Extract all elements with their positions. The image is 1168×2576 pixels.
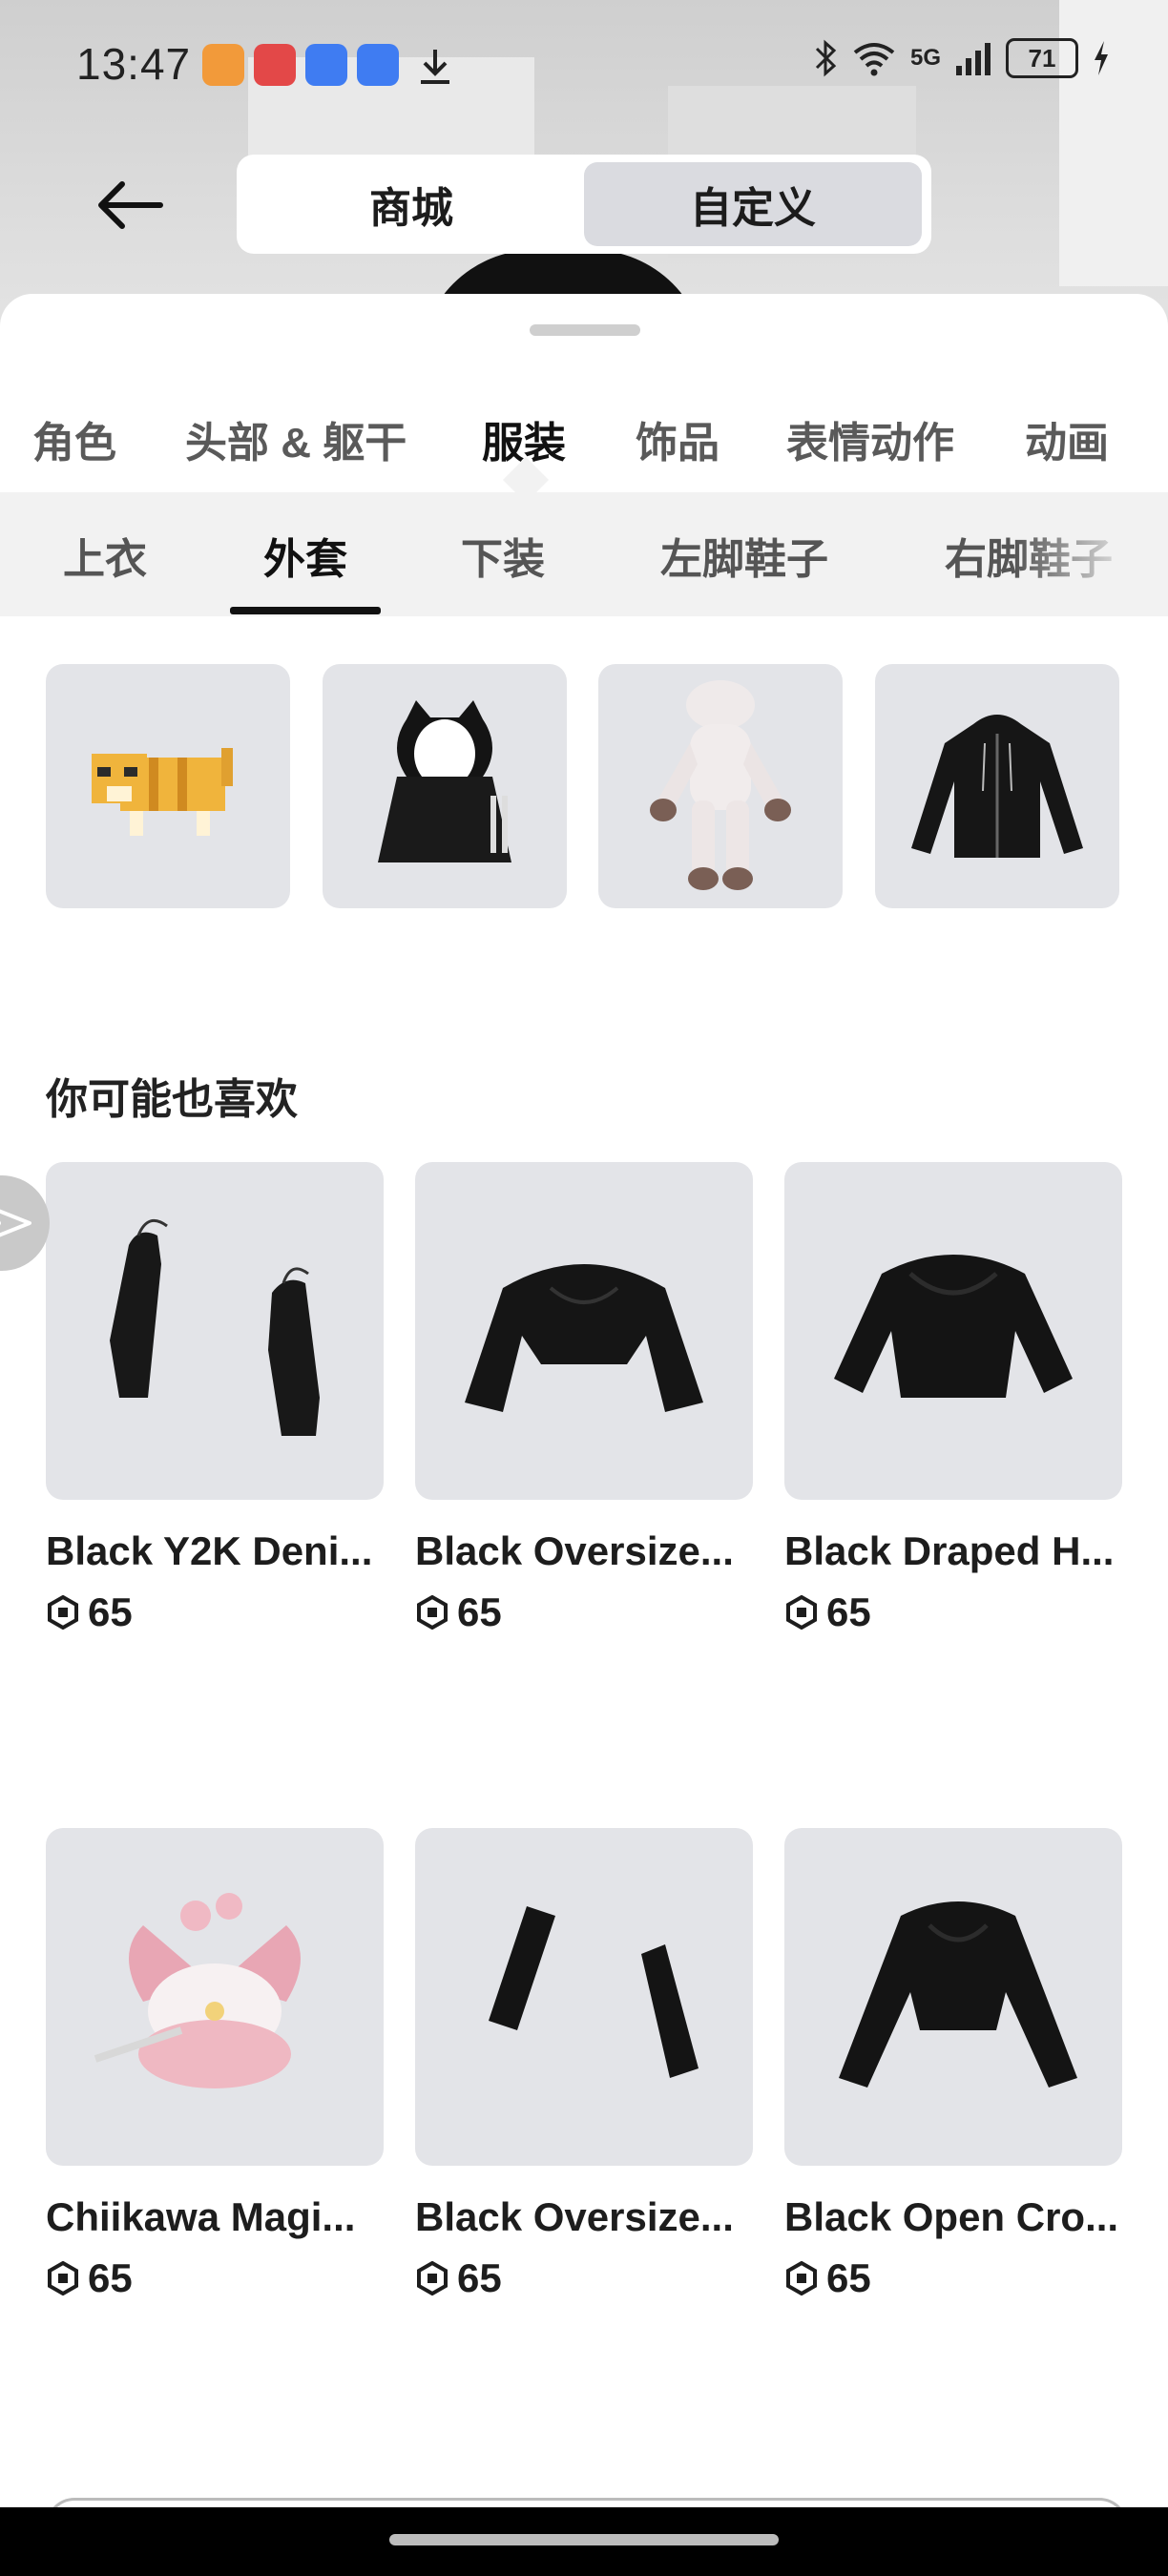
robux-icon [48, 2261, 78, 2296]
recommendations-title: 你可能也喜欢 [46, 1076, 298, 1123]
price-value: 65 [457, 1589, 502, 1634]
category-tabs: 角色 头部 & 躯干 服装 饰品 表情动作 动画 [0, 389, 1168, 485]
notification-honor-icon [305, 44, 347, 86]
store-customize-toggle: 商城 自定义 [237, 155, 931, 254]
robux-icon [417, 2261, 448, 2296]
category-tab-character[interactable]: 角色 [32, 408, 116, 469]
product-card[interactable]: Chiikawa Magi... 65 [46, 1828, 384, 2301]
owned-item-tile[interactable] [46, 664, 290, 908]
download-icon [421, 50, 449, 84]
product-card[interactable]: Black Oversize... 65 [415, 1828, 753, 2301]
product-image [784, 1828, 1122, 2166]
black-zip-hoodie-icon [911, 715, 1083, 858]
notification-app-icon [202, 44, 244, 86]
back-arrow-icon[interactable] [92, 172, 168, 239]
home-gesture-bar[interactable] [389, 2534, 779, 2545]
plush-suit-icon [650, 680, 791, 890]
subcategory-tab-jackets[interactable]: 外套 [263, 525, 347, 586]
drag-handle[interactable] [530, 324, 640, 336]
owned-item-tile[interactable] [323, 664, 567, 908]
product-price: 65 [46, 1589, 384, 1635]
status-bar: 13:47 5G 71 [0, 0, 1168, 134]
subcategory-tab-bottoms[interactable]: 下装 [461, 525, 545, 586]
product-name: Black Oversize... [415, 1528, 734, 1573]
black-oversized-sleeves-icon [489, 1906, 699, 2078]
product-price: 65 [46, 2255, 384, 2301]
black-denim-sleeves-icon [110, 1218, 320, 1436]
subcategory-tabs: 上衣 外套 下装 左脚鞋子 右脚鞋子 [0, 492, 1168, 616]
product-card[interactable]: Black Draped H... 65 [784, 1162, 1122, 1635]
product-image [46, 1828, 384, 2166]
robux-icon [48, 1595, 78, 1630]
product-name: Black Open Cro... [784, 2194, 1119, 2239]
customize-sheet: 角色 头部 & 躯干 服装 饰品 表情动作 动画 上衣 外套 下装 左脚鞋子 右… [0, 294, 1168, 2507]
category-tab-animations[interactable]: 动画 [1025, 408, 1109, 469]
black-draped-hoodie-icon [834, 1255, 1073, 1398]
product-card[interactable]: Black Oversize... 65 [415, 1162, 753, 1635]
notification-618-icon [254, 44, 296, 86]
system-nav-bar [0, 2507, 1168, 2576]
chiikawa-magical-icon [94, 1893, 301, 2088]
bluetooth-icon [815, 39, 837, 77]
subcategory-tab-tops[interactable]: 上衣 [63, 525, 147, 586]
category-tab-emotes[interactable]: 表情动作 [786, 408, 954, 469]
product-price: 65 [784, 2255, 1122, 2301]
owned-item-tile[interactable] [875, 664, 1119, 908]
product-image [784, 1162, 1122, 1500]
black-open-crop-jacket-icon [839, 1901, 1077, 2088]
category-tab-head-body[interactable]: 头部 & 躯干 [185, 408, 407, 469]
battery-indicator: 71 [1006, 38, 1078, 78]
next-section-card [46, 2498, 1128, 2507]
active-subcategory-underline [230, 607, 381, 614]
product-image [415, 1162, 753, 1500]
product-card[interactable]: Black Y2K Deni... 65 [46, 1162, 384, 1635]
price-value: 65 [826, 2255, 871, 2300]
robux-icon [786, 1595, 817, 1630]
owned-item-tile[interactable] [598, 664, 843, 908]
category-tab-accessories[interactable]: 饰品 [636, 408, 720, 469]
product-image [46, 1162, 384, 1500]
black-oversized-jacket-icon [465, 1264, 703, 1412]
price-value: 65 [88, 1589, 133, 1634]
product-name: Black Y2K Deni... [46, 1528, 373, 1573]
network-type-label: 5G [909, 45, 941, 71]
price-value: 65 [88, 2255, 133, 2300]
price-value: 65 [457, 2255, 502, 2300]
price-value: 65 [826, 1589, 871, 1634]
robux-icon [417, 1595, 448, 1630]
product-name: Black Oversize... [415, 2194, 734, 2239]
subcategory-tab-left-shoe[interactable]: 左脚鞋子 [660, 525, 828, 586]
charging-icon [1095, 41, 1108, 75]
robux-icon [786, 2261, 817, 2296]
product-image [415, 1828, 753, 2166]
cat-costume-icon [92, 748, 233, 836]
notification-honor-icon [357, 44, 399, 86]
signal-icon [956, 43, 991, 75]
product-price: 65 [415, 2255, 753, 2301]
product-price: 65 [784, 1589, 1122, 1635]
black-cat-hoodie-icon [378, 700, 511, 862]
status-time: 13:47 [76, 39, 192, 89]
tab-customize[interactable]: 自定义 [584, 162, 922, 246]
product-card[interactable]: Black Open Cro... 65 [784, 1828, 1122, 2301]
product-name: Black Draped H... [784, 1528, 1115, 1573]
send-icon [0, 1209, 31, 1237]
tab-store[interactable]: 商城 [244, 162, 578, 246]
wifi-icon [853, 43, 895, 76]
subcategory-fade [1015, 492, 1168, 616]
product-name: Chiikawa Magi... [46, 2194, 356, 2239]
product-price: 65 [415, 1589, 753, 1635]
